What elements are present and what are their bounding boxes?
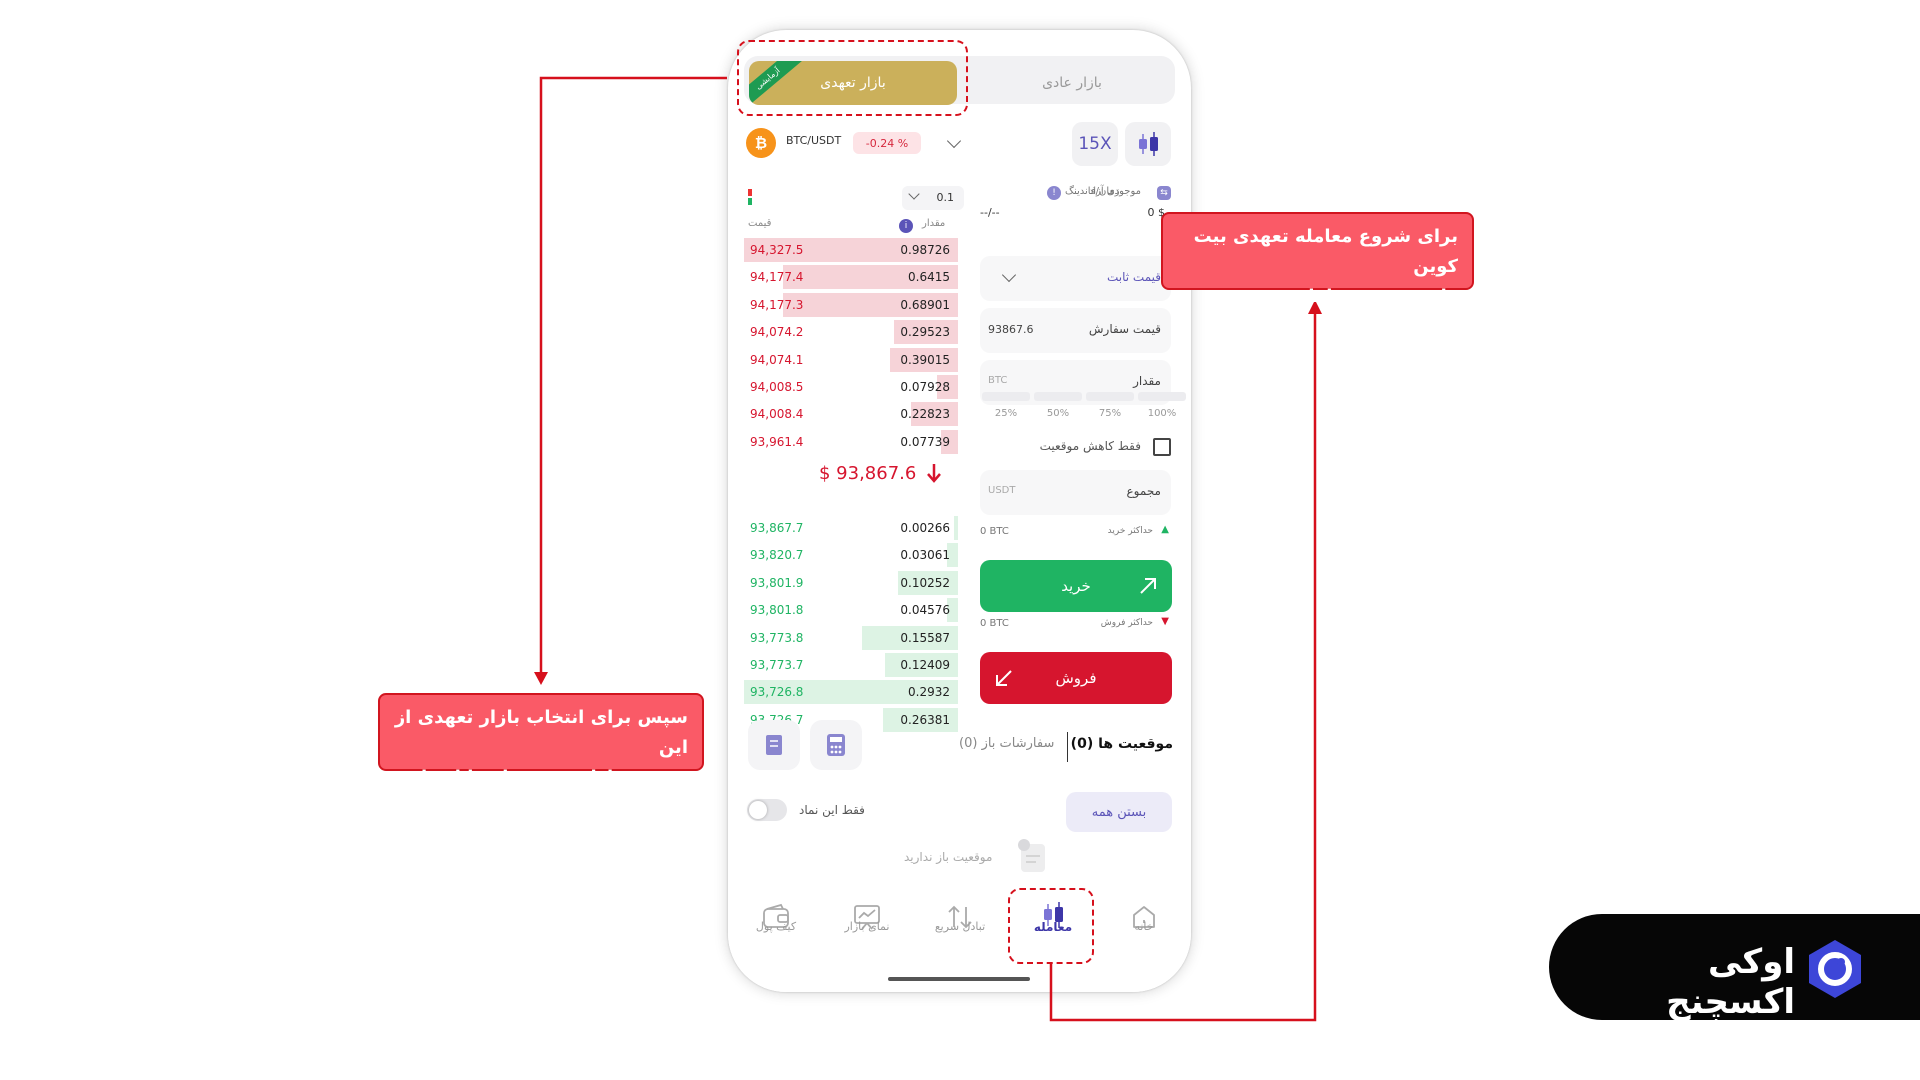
callout-line: قسمت بازار مورد نظر را انتخاب نمایید. — [402, 767, 688, 818]
okex-logo-icon — [1809, 940, 1861, 998]
callout-line: وارد صفحه معامله شوید. — [1237, 286, 1458, 307]
callout-line: سپس برای انتخاب بازار تعهدی از این — [394, 707, 688, 758]
callout-select-futures: سپس برای انتخاب بازار تعهدی از این قسمت … — [378, 693, 704, 818]
brand-name: اوکی اکسچنج — [1666, 942, 1795, 1022]
callout-open-trade: برای شروع معامله تعهدی بیت کوین وارد صفح… — [1161, 212, 1474, 307]
callout-line: برای شروع معامله تعهدی بیت کوین — [1193, 226, 1458, 277]
brand-banner: اوکی اکسچنج — [1549, 914, 1920, 1022]
